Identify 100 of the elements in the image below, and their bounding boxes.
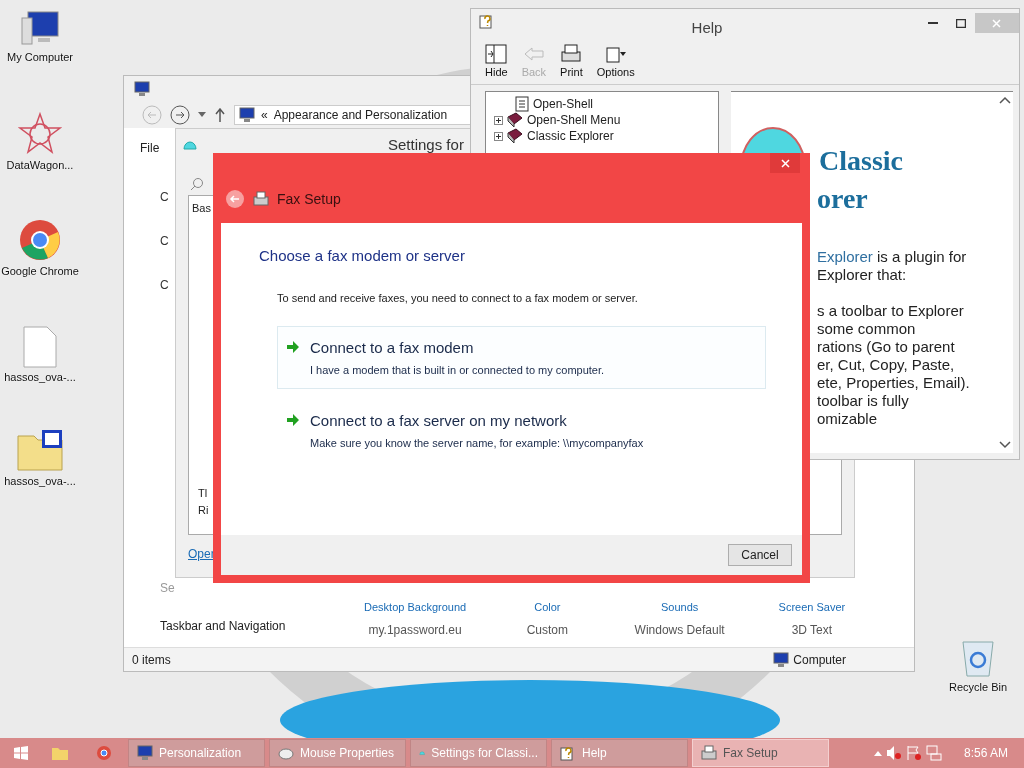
up-arrow-icon[interactable] — [214, 108, 226, 122]
setting-value: Windows Default — [634, 622, 725, 639]
document-icon — [23, 326, 57, 368]
help-text-line: omizable — [817, 410, 879, 428]
flag-icon[interactable] — [905, 745, 922, 761]
location-label: Computer — [793, 651, 846, 669]
monitor-icon — [239, 107, 255, 123]
toolbar-button[interactable]: Hide — [485, 44, 508, 81]
items-count: 0 items — [132, 651, 171, 669]
book-icon — [507, 112, 523, 128]
dialog-title: Fax Setup — [277, 189, 341, 209]
close-icon — [992, 18, 1002, 28]
setting-link[interactable]: Sounds — [660, 598, 699, 615]
help-text-line: s a toolbar to Explorer — [817, 302, 965, 320]
back-icon[interactable] — [225, 189, 245, 209]
browser-icon — [96, 745, 112, 761]
arrow-icon — [286, 413, 300, 427]
help-text-line: rations (Go to parent — [817, 338, 956, 356]
desktop-shortcut[interactable]: hassos_ova-... — [0, 326, 80, 384]
link-fragment: C — [160, 189, 169, 206]
setting-link[interactable]: Color — [534, 598, 561, 615]
link-fragment: C — [160, 277, 169, 294]
taskbar-navigation-link[interactable]: Taskbar and Navigation — [160, 598, 349, 635]
desktop-shortcut[interactable]: Recycle Bin — [938, 636, 1018, 694]
monitor-icon — [134, 81, 150, 97]
shortcut-label: Google Chrome — [1, 264, 79, 278]
setting-value: my.1password.eu — [368, 622, 462, 639]
panel-icon — [485, 44, 508, 65]
tab-fragment[interactable]: Bas — [192, 200, 211, 217]
close-icon — [780, 158, 790, 168]
minimize-icon — [928, 22, 938, 24]
help-text-line: toolbar is fully — [817, 392, 910, 410]
dialog-heading: Choose a fax modem or server — [259, 246, 466, 266]
arrow-icon — [286, 340, 300, 354]
help-text-line: Explorer is a plugin for — [817, 248, 968, 266]
option-link[interactable]: Connect to a fax server on my network Make sure you know the server name, for example: \\mycompanyfax — [277, 399, 766, 462]
breadcrumb-item[interactable]: Appearance and Personalization — [273, 106, 448, 124]
help-book-icon — [560, 745, 576, 761]
close-button[interactable] — [770, 153, 800, 173]
windows-logo-icon — [14, 746, 28, 760]
help-heading: orer — [816, 182, 869, 216]
help-text-line: some common — [817, 320, 917, 338]
star-pattern-icon — [18, 112, 62, 156]
shortcut-label: hassos_ova-... — [4, 370, 76, 384]
monitor-icon — [773, 651, 790, 668]
desktop-shortcut[interactable]: hassos_ova-... — [0, 428, 80, 488]
archive-file-icon — [16, 428, 64, 472]
desktop-shortcut[interactable]: My Computer — [0, 8, 80, 64]
toolbar-button[interactable]: Options — [596, 44, 635, 81]
link-fragment[interactable]: Oper — [188, 545, 215, 563]
window-title: Help — [691, 18, 723, 38]
tree-item[interactable]: Classic Explorer — [486, 128, 718, 144]
caret-up-icon[interactable] — [873, 750, 882, 756]
setting-value: 3D Text — [791, 622, 833, 639]
setting-link[interactable]: Screen Saver — [778, 598, 846, 615]
computer-icon — [20, 8, 60, 48]
fax-icon — [701, 745, 717, 761]
window-title: Settings for — [388, 134, 464, 155]
taskbar-window-button[interactable]: Fax Setup — [692, 739, 829, 767]
help-heading: Classic — [819, 144, 903, 178]
caret-icon[interactable] — [198, 112, 206, 118]
desktop-shortcut[interactable]: DataWagon... — [0, 112, 80, 172]
scroll-up-icon[interactable] — [998, 96, 1011, 104]
setting-value: Custom — [526, 622, 568, 639]
shortcut-label: Recycle Bin — [948, 680, 1008, 694]
option-link[interactable]: Connect to a fax modem I have a modem that is built in or connected to my computer. — [277, 326, 766, 389]
search-icon — [190, 177, 204, 191]
expand-icon[interactable] — [494, 131, 503, 141]
maximize-icon — [956, 18, 966, 28]
help-text-line: ete, Properties, Email). — [817, 374, 971, 392]
tree-item[interactable]: Open-Shell Menu — [486, 112, 718, 128]
tree-item[interactable]: Open-Shell — [486, 96, 718, 112]
browser-icon — [18, 218, 62, 262]
help-text-line: Explorer that: — [817, 266, 908, 284]
speaker-muted-icon[interactable] — [885, 745, 902, 761]
text-fragment: Tl — [197, 486, 208, 501]
dialog-instructions: To send and receive faxes, you need to connect to a fax modem or server. — [276, 290, 639, 306]
fax-icon — [253, 191, 269, 207]
help-text-line: er, Cut, Copy, Paste, — [817, 356, 956, 374]
setting-link[interactable]: Desktop Background — [364, 598, 467, 615]
shortcut-label: hassos_ova-... — [4, 474, 76, 488]
forward-icon[interactable] — [170, 105, 190, 125]
expand-icon[interactable] — [494, 115, 503, 125]
file-menu[interactable]: File — [140, 139, 160, 157]
link-fragment: C — [160, 233, 169, 250]
breadcrumb-separator: « — [261, 107, 268, 124]
desktop-shortcut[interactable]: Google Chrome — [0, 218, 80, 278]
scroll-down-icon[interactable] — [998, 441, 1011, 449]
cancel-button[interactable]: Cancel — [728, 544, 792, 566]
toolbar-button[interactable]: Print — [560, 44, 583, 81]
monitor-icon — [137, 745, 153, 761]
shortcut-label: My Computer — [7, 50, 73, 64]
options-icon — [604, 44, 627, 65]
shortcut-label: DataWagon... — [6, 158, 74, 172]
section-fragment: Se — [159, 579, 176, 597]
help-book-icon — [479, 13, 495, 29]
mouse-icon — [278, 745, 294, 761]
text-fragment: Ri — [197, 502, 209, 518]
page-icon — [515, 96, 529, 112]
printer-icon — [560, 44, 583, 65]
